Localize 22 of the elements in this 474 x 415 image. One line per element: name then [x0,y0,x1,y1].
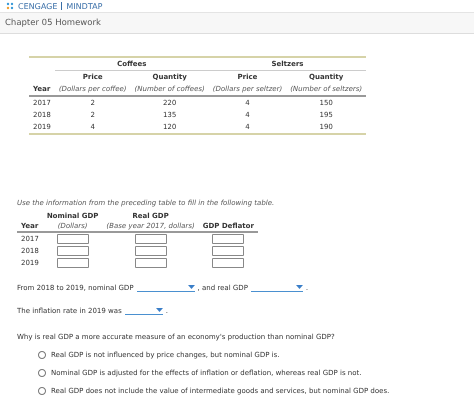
input-field[interactable] [56,234,89,244]
input-field[interactable] [212,234,244,244]
radio-button[interactable] [38,351,46,359]
dots-logo-icon [6,2,14,10]
input-field[interactable] [134,246,167,256]
input-field[interactable] [56,246,89,256]
caret-down-icon [156,308,163,312]
dropdown-field[interactable] [124,306,163,315]
chapter-title: Chapter 05 Homework [5,18,101,28]
radio-button[interactable] [38,387,46,395]
brand-name: CENGAGE [18,2,58,10]
caret-down-icon [188,285,195,289]
input-field[interactable] [212,258,244,268]
radio-button[interactable] [38,369,46,377]
input-field[interactable] [56,258,89,268]
caret-down-icon [296,285,303,289]
dropdown-field[interactable] [136,283,195,292]
dropdown-field[interactable] [250,283,303,292]
input-field[interactable] [212,246,244,256]
product-name: MINDTAP [66,2,102,10]
input-field[interactable] [134,258,167,268]
input-field[interactable] [134,234,167,244]
